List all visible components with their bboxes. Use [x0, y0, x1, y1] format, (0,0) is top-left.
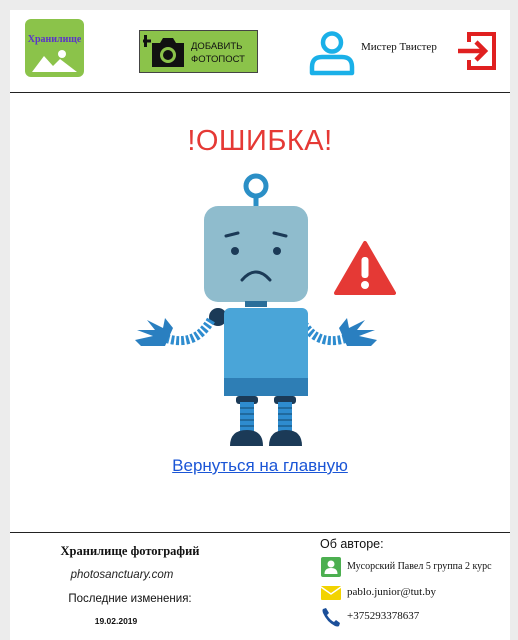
mountain-image-icon — [32, 50, 77, 72]
footer-divider — [10, 532, 510, 533]
footer-title: Хранилище фотографий — [60, 544, 200, 558]
email-text[interactable]: pablo.junior@tut.by — [347, 586, 436, 598]
add-button-label: ДОБАВИТЬ ФОТОПОСТ — [191, 41, 245, 65]
footer-updated-label: Последние изменения: — [68, 593, 192, 605]
logo-text: Хранилище — [27, 34, 82, 45]
header-divider — [10, 92, 510, 93]
sad-robot-illustration — [135, 173, 377, 446]
phone-icon — [322, 608, 340, 627]
user-name[interactable]: Мистер Твистер — [361, 41, 437, 53]
back-to-home-link[interactable]: Вернуться на главную — [10, 456, 510, 476]
page: Хранилище ДОБАВИТЬ ФОТОПОСТ Мистер Твист… — [10, 10, 510, 640]
envelope-icon — [320, 586, 342, 600]
add-photo-post-button[interactable]: ДОБАВИТЬ ФОТОПОСТ — [139, 30, 258, 73]
about-author-label: Об авторе: — [320, 537, 384, 551]
logout-icon[interactable] — [454, 29, 498, 73]
footer-site: photosanctuary.com — [70, 569, 174, 581]
contact-card-icon — [321, 557, 341, 577]
footer-updated-date: 19.02.2019 — [94, 616, 138, 626]
phone-text[interactable]: +375293378637 — [347, 610, 419, 622]
warning-icon — [334, 241, 396, 295]
camera-plus-icon — [143, 35, 184, 67]
author-text: Мусорский Павел 5 группа 2 курс — [347, 561, 492, 572]
error-title: !ОШИБКА! — [187, 125, 333, 157]
site-logo[interactable]: Хранилище — [25, 19, 84, 77]
user-icon[interactable] — [309, 30, 355, 76]
